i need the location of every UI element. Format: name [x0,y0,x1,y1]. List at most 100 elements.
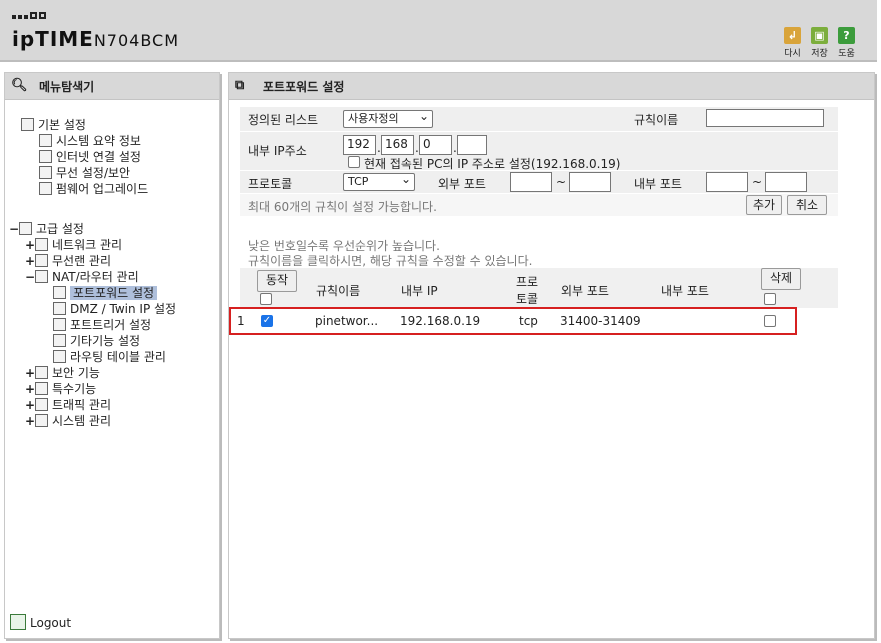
logout-icon [10,614,26,630]
tree-item-port-forward[interactable]: 포트포워드 설정 [53,285,158,301]
expand-icon[interactable]: + [25,381,35,397]
form-row-protocol: 프로토콜 TCP 외부 포트 ~ 내부 포트 ~ [240,171,838,193]
wireless-icon [35,254,48,267]
action-button[interactable]: 동작 [257,270,297,292]
cancel-button[interactable]: 취소 [787,195,827,215]
refresh-button[interactable]: ↲ 다시 [782,27,803,59]
page-icon [53,334,66,347]
internal-ip-label: 내부 IP주소 [248,144,307,158]
lock-icon [35,366,48,379]
max-rules-note: 최대 60개의 규칙이 설정 가능합니다. [248,200,437,214]
ip-octet-1-input[interactable]: 192 [343,135,376,155]
expand-icon[interactable]: + [25,237,35,253]
tree-item-network-mgmt[interactable]: + 네트워크 관리 [25,237,122,253]
use-current-pc-label: 현재 접속된 PC의 IP 주소로 설정(192.168.0.19) [364,157,621,171]
internal-port-label: 내부 포트 [634,177,682,191]
tree-item-special[interactable]: + 특수기능 [25,381,96,397]
edit-rule-note: 규칙이름을 클릭하시면, 해당 규칙을 수정할 수 있습니다. [248,254,533,268]
rule-name-label: 규칙이름 [634,113,679,127]
tree-label: 특수기능 [52,382,97,396]
tree-basic-settings[interactable]: 기본 설정 [21,117,86,133]
page-title: 포트포워드 설정 [263,79,345,94]
expand-icon[interactable]: + [25,397,35,413]
expand-icon[interactable]: + [25,365,35,381]
range-tilde: ~ [556,175,567,189]
tree-label: 트래픽 관리 [52,398,112,412]
column-header-protocol-1: 프로 [516,275,539,289]
expand-icon[interactable]: + [25,413,35,429]
help-button[interactable]: ? 도움 [836,27,857,59]
internal-port-end-input[interactable] [765,172,807,192]
magnifier-icon: 🔍︎ [11,78,28,93]
tree-item-internet-setup[interactable]: 인터넷 연결 설정 [39,149,141,165]
menu-explorer: 🔍︎ 메뉴탐색기 기본 설정 시스템 요약 정보 인터넷 연결 설정 무선 설정… [4,72,220,639]
tree-label: 무선랜 관리 [52,254,112,268]
save-icon: ▣ [811,27,828,44]
protocol-select[interactable]: TCP [343,171,415,191]
page-icon [53,302,66,315]
tree-label: 고급 설정 [36,222,84,236]
tree-label: DMZ / Twin IP 설정 [70,302,177,316]
tree-item-nat-router-mgmt[interactable]: − NAT/라우터 관리 [25,269,139,285]
form-row-preset: 정의된 리스트 사용자정의 규칙이름 [240,107,838,131]
tree-item-traffic[interactable]: + 트래픽 관리 [25,397,111,413]
tree-item-misc[interactable]: 기타기능 설정 [53,333,140,349]
column-header-protocol-2: 토콜 [516,292,539,306]
tree-item-security[interactable]: + 보안 기능 [25,365,100,381]
preset-select[interactable]: 사용자정의 [343,108,433,128]
external-port-start-input[interactable] [510,172,552,192]
rules-table-header: 동작 규칙이름 내부 IP 프로 토콜 외부 포트 내부 포트 삭제 [240,268,838,308]
tree-item-firmware-upgrade[interactable]: 펌웨어 업그레이드 [39,181,148,197]
select-all-enable-checkbox[interactable] [260,293,272,305]
tree-label: 기본 설정 [38,118,86,132]
top-header: ipTIMEN704BCM ↲ 다시 ▣ 저장 ? 도움 [0,0,877,62]
save-button[interactable]: ▣ 저장 [809,27,830,59]
tree-label: 기타기능 설정 [70,334,141,348]
internal-port-start-input[interactable] [706,172,748,192]
expand-icon[interactable]: + [25,253,35,269]
folder-icon [19,222,32,235]
tree-item-wireless-security[interactable]: 무선 설정/보안 [39,165,130,181]
tree-item-system-mgmt[interactable]: + 시스템 관리 [25,413,111,429]
tree-label: 시스템 요약 정보 [56,134,141,148]
tree-item-wlan-mgmt[interactable]: + 무선랜 관리 [25,253,111,269]
tree-label: 인터넷 연결 설정 [56,150,141,164]
panel-title: ⧉ 포트포워드 설정 [229,73,874,100]
delete-button[interactable]: 삭제 [761,268,801,290]
row-highlight-box [229,307,797,335]
tree-label-selected: 포트포워드 설정 [70,286,158,300]
page-icon [53,350,66,363]
column-header-internal-ip: 내부 IP [401,284,438,298]
refresh-icon: ↲ [784,27,801,44]
window-icon: ⧉ [235,78,245,93]
tree-item-system-summary[interactable]: 시스템 요약 정보 [39,133,141,149]
special-icon [35,382,48,395]
rule-name-input[interactable] [706,109,824,127]
ip-octet-4-input[interactable] [457,135,487,155]
collapse-icon[interactable]: − [25,269,35,285]
tree-label: 시스템 관리 [52,414,112,428]
tree-label: 펌웨어 업그레이드 [56,182,149,196]
tree-item-routing-table[interactable]: 라우팅 테이블 관리 [53,349,166,365]
add-button[interactable]: 추가 [746,195,782,215]
logout-link[interactable]: Logout [10,614,71,630]
ip-octet-2-input[interactable]: 168 [381,135,414,155]
collapse-icon[interactable]: − [9,221,19,237]
tree-item-port-trigger[interactable]: 포트트리거 설정 [53,317,151,333]
wireless-icon [39,166,52,179]
select-all-delete-checkbox[interactable] [764,293,776,305]
monitor-icon [39,150,52,163]
external-port-label: 외부 포트 [438,177,486,191]
tree-item-dmz-twinip[interactable]: DMZ / Twin IP 설정 [53,301,176,317]
tree-advanced-settings[interactable]: − 고급 설정 [9,221,84,237]
preset-label: 정의된 리스트 [248,113,319,127]
ip-octet-3-input[interactable]: 0 [419,135,452,155]
menu-explorer-title-text: 메뉴탐색기 [39,79,95,94]
traffic-icon [35,398,48,411]
form-row-internal-ip: 내부 IP주소 192 . 168 . 0 . 현재 접속된 PC의 IP 주소… [240,132,838,171]
router-icon [35,270,48,283]
external-port-end-input[interactable] [569,172,611,192]
tree-label: 무선 설정/보안 [56,166,131,180]
use-current-pc-checkbox[interactable] [348,156,360,168]
logo: ipTIMEN704BCM [12,27,179,51]
